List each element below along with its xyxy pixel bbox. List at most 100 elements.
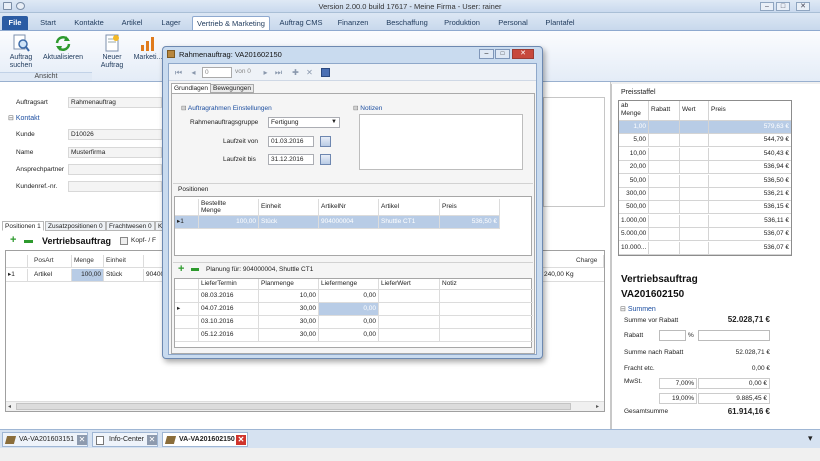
kopf-fuss-button[interactable]: Kopf- / F [131,237,156,244]
plan-cell-liefermenge[interactable]: 0,00 [319,329,379,342]
ps-cell-preis[interactable]: 544,79 € [709,134,791,148]
tab-auftrag-cms[interactable]: Auftrag CMS [278,16,324,30]
ps-cell-menge[interactable]: 1.000,00 [619,214,649,228]
plan-cell-notiz[interactable] [440,303,533,316]
tab-personal[interactable]: Personal [494,16,532,30]
add-icon[interactable]: + [10,235,19,246]
ps-cell-preis[interactable]: 536,07 € [709,242,791,255]
plan-cell-planmenge[interactable]: 30,00 [259,303,319,316]
dialog-tab-bewegungen[interactable]: Bewegungen [210,84,254,93]
ps-cell-menge[interactable]: 20,00 [619,161,649,175]
ps-cell-wert[interactable] [680,201,709,215]
ps-cell-preis[interactable]: 579,63 € [709,121,791,134]
delete-record-icon[interactable]: ✕ [305,68,314,77]
ps-cell-preis[interactable]: 540,43 € [709,148,791,161]
plan-row-marker[interactable] [175,316,199,329]
ps-cell-rabatt[interactable] [649,188,680,201]
tab-produktion[interactable]: Produktion [440,16,484,30]
tab-finanzen[interactable]: Finanzen [334,16,372,30]
plan-cell-planmenge[interactable]: 30,00 [259,316,319,329]
plan-cell-termin[interactable]: 04.07.2016 [199,303,259,316]
plan-cell-liefermenge[interactable]: 0,00 [319,316,379,329]
plan-cell-termin[interactable]: 05.12.2016 [199,329,259,342]
cell-posart[interactable]: Artikel [28,269,72,282]
ps-cell-wert[interactable] [680,147,709,161]
ps-cell-preis[interactable]: 536,07 € [709,228,791,242]
record-position-input[interactable]: 0 [202,67,232,78]
remove-plan-icon[interactable] [191,268,199,271]
ps-cell-wert[interactable] [680,134,709,148]
pos-cell-menge[interactable]: 100,00 [199,216,259,229]
ps-cell-menge[interactable]: 5.000,00 [619,228,649,242]
ansprechpartner-field[interactable] [68,164,162,175]
laufzeit-von-field[interactable]: 01.03.2016 [268,136,314,147]
scroll-left-icon[interactable]: ◂ [8,403,11,410]
ps-cell-wert[interactable] [680,121,709,134]
ps-cell-preis[interactable]: 536,21 € [709,188,791,201]
tab-start[interactable]: Start [34,16,62,30]
settings-group-header[interactable]: ⊟ Auftragrahmen Einstellungen [181,104,272,112]
ps-cell-preis[interactable]: 536,94 € [709,161,791,175]
ps-cell-wert[interactable] [680,214,709,228]
plan-cell-notiz[interactable] [440,290,533,303]
ps-cell-wert[interactable] [680,174,709,188]
remove-icon[interactable] [24,240,33,243]
ps-cell-rabatt[interactable] [649,147,680,161]
auftragsart-field[interactable]: Rahmenauftrag [68,97,162,108]
ps-cell-rabatt[interactable] [649,134,680,148]
ps-cell-rabatt[interactable] [649,174,680,188]
kunde-field[interactable]: D10026 [68,129,162,140]
ps-cell-menge[interactable]: 1,00 [619,121,649,134]
doc-tab-info-center[interactable]: Info-Center ✕ [92,432,158,447]
close-icon[interactable]: ✕ [796,2,810,11]
close-tab-icon[interactable]: ✕ [236,435,246,445]
ps-cell-menge[interactable]: 300,00 [619,188,649,201]
ps-cell-wert[interactable] [680,161,709,175]
ps-cell-menge[interactable]: 500,00 [619,201,649,215]
plan-cell-planmenge[interactable]: 10,00 [259,290,319,303]
plan-cell-notiz[interactable] [440,316,533,329]
kundenref-field[interactable] [68,181,162,192]
add-record-icon[interactable]: ✚ [291,68,300,77]
save-icon[interactable] [321,68,330,77]
plan-row-marker[interactable] [175,329,199,342]
pos-cell-artikelnr[interactable]: 904000004 [319,216,379,229]
tab-beschaffung[interactable]: Beschaffung [384,16,430,30]
ps-cell-wert[interactable] [680,188,709,201]
tab-artikel[interactable]: Artikel [117,16,147,30]
tab-lager[interactable]: Lager [158,16,184,30]
tab-file[interactable]: File [2,16,28,30]
pos-row-marker[interactable]: ▸1 [175,216,199,229]
name-field[interactable]: Musterfirma [68,147,162,158]
cell-einheit[interactable]: Stück [104,269,144,282]
first-record-icon[interactable]: ⏮ [174,68,183,77]
tab-kontakte[interactable]: Kontakte [72,16,106,30]
plan-cell-planmenge[interactable]: 30,00 [259,329,319,342]
plan-cell-termin[interactable]: 08.03.2016 [199,290,259,303]
plan-cell-termin[interactable]: 03.10.2016 [199,316,259,329]
pos-cell-einheit[interactable]: Stück [259,216,319,229]
scroll-right-icon[interactable]: ▸ [596,403,599,410]
ps-cell-rabatt[interactable] [649,214,680,228]
tab-vertrieb-marketing[interactable]: Vertrieb & Marketing [192,16,270,30]
neuer-auftrag-button[interactable]: Neuer Auftrag [96,34,128,70]
ps-cell-menge[interactable]: 10,00 [619,147,649,161]
ps-cell-menge[interactable]: 10.000... [619,241,649,255]
ps-cell-rabatt[interactable] [649,121,680,134]
dialog-maximize-icon[interactable]: □ [495,49,510,59]
minimize-icon[interactable]: – [760,2,774,11]
cell-menge[interactable]: 100,00 [72,269,104,282]
gruppe-select[interactable]: Fertigung ▼ [268,117,340,128]
ps-cell-preis[interactable]: 536,11 € [709,215,791,228]
tab-positionen[interactable]: Positionen 1 [2,221,44,231]
notizen-group-header[interactable]: ⊟ Notizen [353,104,382,112]
plan-row-marker[interactable] [175,290,199,303]
kontakt-group[interactable]: ⊟ Kontakt [8,114,40,122]
auftrag-suchen-button[interactable]: Auftrag suchen [4,34,38,70]
ps-cell-rabatt[interactable] [649,201,680,215]
calendar-icon[interactable] [320,136,331,147]
plan-cell-notiz[interactable] [440,329,533,342]
prev-record-icon[interactable]: ◂ [189,68,198,77]
next-record-icon[interactable]: ▸ [261,68,270,77]
ps-cell-preis[interactable]: 536,50 € [709,175,791,188]
